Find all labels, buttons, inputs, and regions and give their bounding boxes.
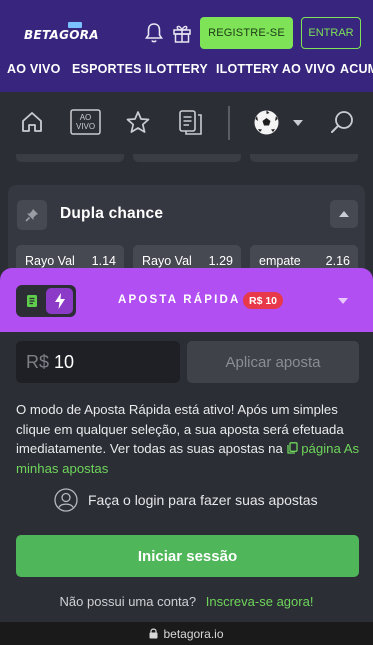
ao-vivo-line2: VIVO [76,122,95,131]
ao-vivo-line1: AO [80,113,92,122]
home-icon[interactable] [20,110,44,134]
nav-item-acum[interactable]: ACUM [340,62,373,76]
lightning-icon [54,293,65,309]
nav-item-ilottery-ao-vivo[interactable]: ILOTTERY AO VIVO [216,62,335,76]
signup-link[interactable]: Inscreva-se agora! [206,594,314,609]
no-account-text: Não possui uma conta? [59,594,197,609]
register-button[interactable]: REGISTRE-SE [200,17,293,49]
quick-bet-info: O modo de Aposta Rápida está ativo! Após… [16,400,361,478]
nav-item-ilottery[interactable]: ILOTTERY [145,62,208,76]
bell-icon[interactable] [144,22,164,44]
soccer-ball-icon[interactable] [253,109,280,136]
collapse-button[interactable] [330,200,358,228]
copy-icon [286,442,298,454]
quick-bet-mode-button[interactable] [46,288,73,314]
pin-icon [25,209,38,222]
quick-bet-amount-badge: R$ 10 [243,292,284,309]
browser-url-bar[interactable]: betagora.io [0,622,373,645]
betslip-mode-icon [27,295,37,307]
chevron-down-icon[interactable] [293,120,303,127]
search-icon[interactable] [330,110,355,135]
market-title: Dupla chance [60,205,164,222]
start-session-button[interactable]: Iniciar sessão [16,535,359,577]
betagora-logo[interactable]: BETAGORA [24,22,99,46]
logo-badge [68,22,82,28]
login-prompt[interactable]: Faça o login para fazer suas apostas [54,487,318,513]
nav-item-esportes[interactable]: ESPORTES [72,62,142,76]
top-header: BETAGORA REGISTRE-SE ENTRAR AO VIVO ESPO… [0,0,373,92]
gift-icon[interactable] [172,22,192,44]
betslip-icon[interactable] [178,109,204,136]
betslip-mode-button[interactable] [21,290,43,312]
star-icon[interactable] [125,110,151,134]
toolbar-divider [228,106,230,140]
logo-text: BETAGORA [24,28,99,42]
login-button[interactable]: ENTRAR [301,17,361,49]
lock-icon [149,628,158,639]
nav-item-ao-vivo[interactable]: AO VIVO [7,62,61,76]
ao-vivo-icon[interactable]: AO VIVO [70,109,101,135]
pin-button[interactable] [17,200,47,230]
market-stub [16,154,124,162]
signup-row: Não possui uma conta? Inscreva-se agora! [0,594,373,609]
sport-toolbar: AO VIVO [0,92,373,154]
apply-bet-button[interactable]: Aplicar aposta [187,341,359,383]
quick-bet-title: APOSTA RÁPIDA [118,294,241,306]
market-stub [133,154,241,162]
chevron-up-icon [339,210,349,217]
url-text: betagora.io [163,626,224,641]
user-icon [54,488,78,512]
chevron-down-icon[interactable] [338,298,348,304]
login-prompt-text: Faça o login para fazer suas apostas [88,492,318,508]
market-stub [250,154,358,162]
amount-value[interactable]: 10 [54,352,74,373]
currency-label: R$ [26,352,50,372]
